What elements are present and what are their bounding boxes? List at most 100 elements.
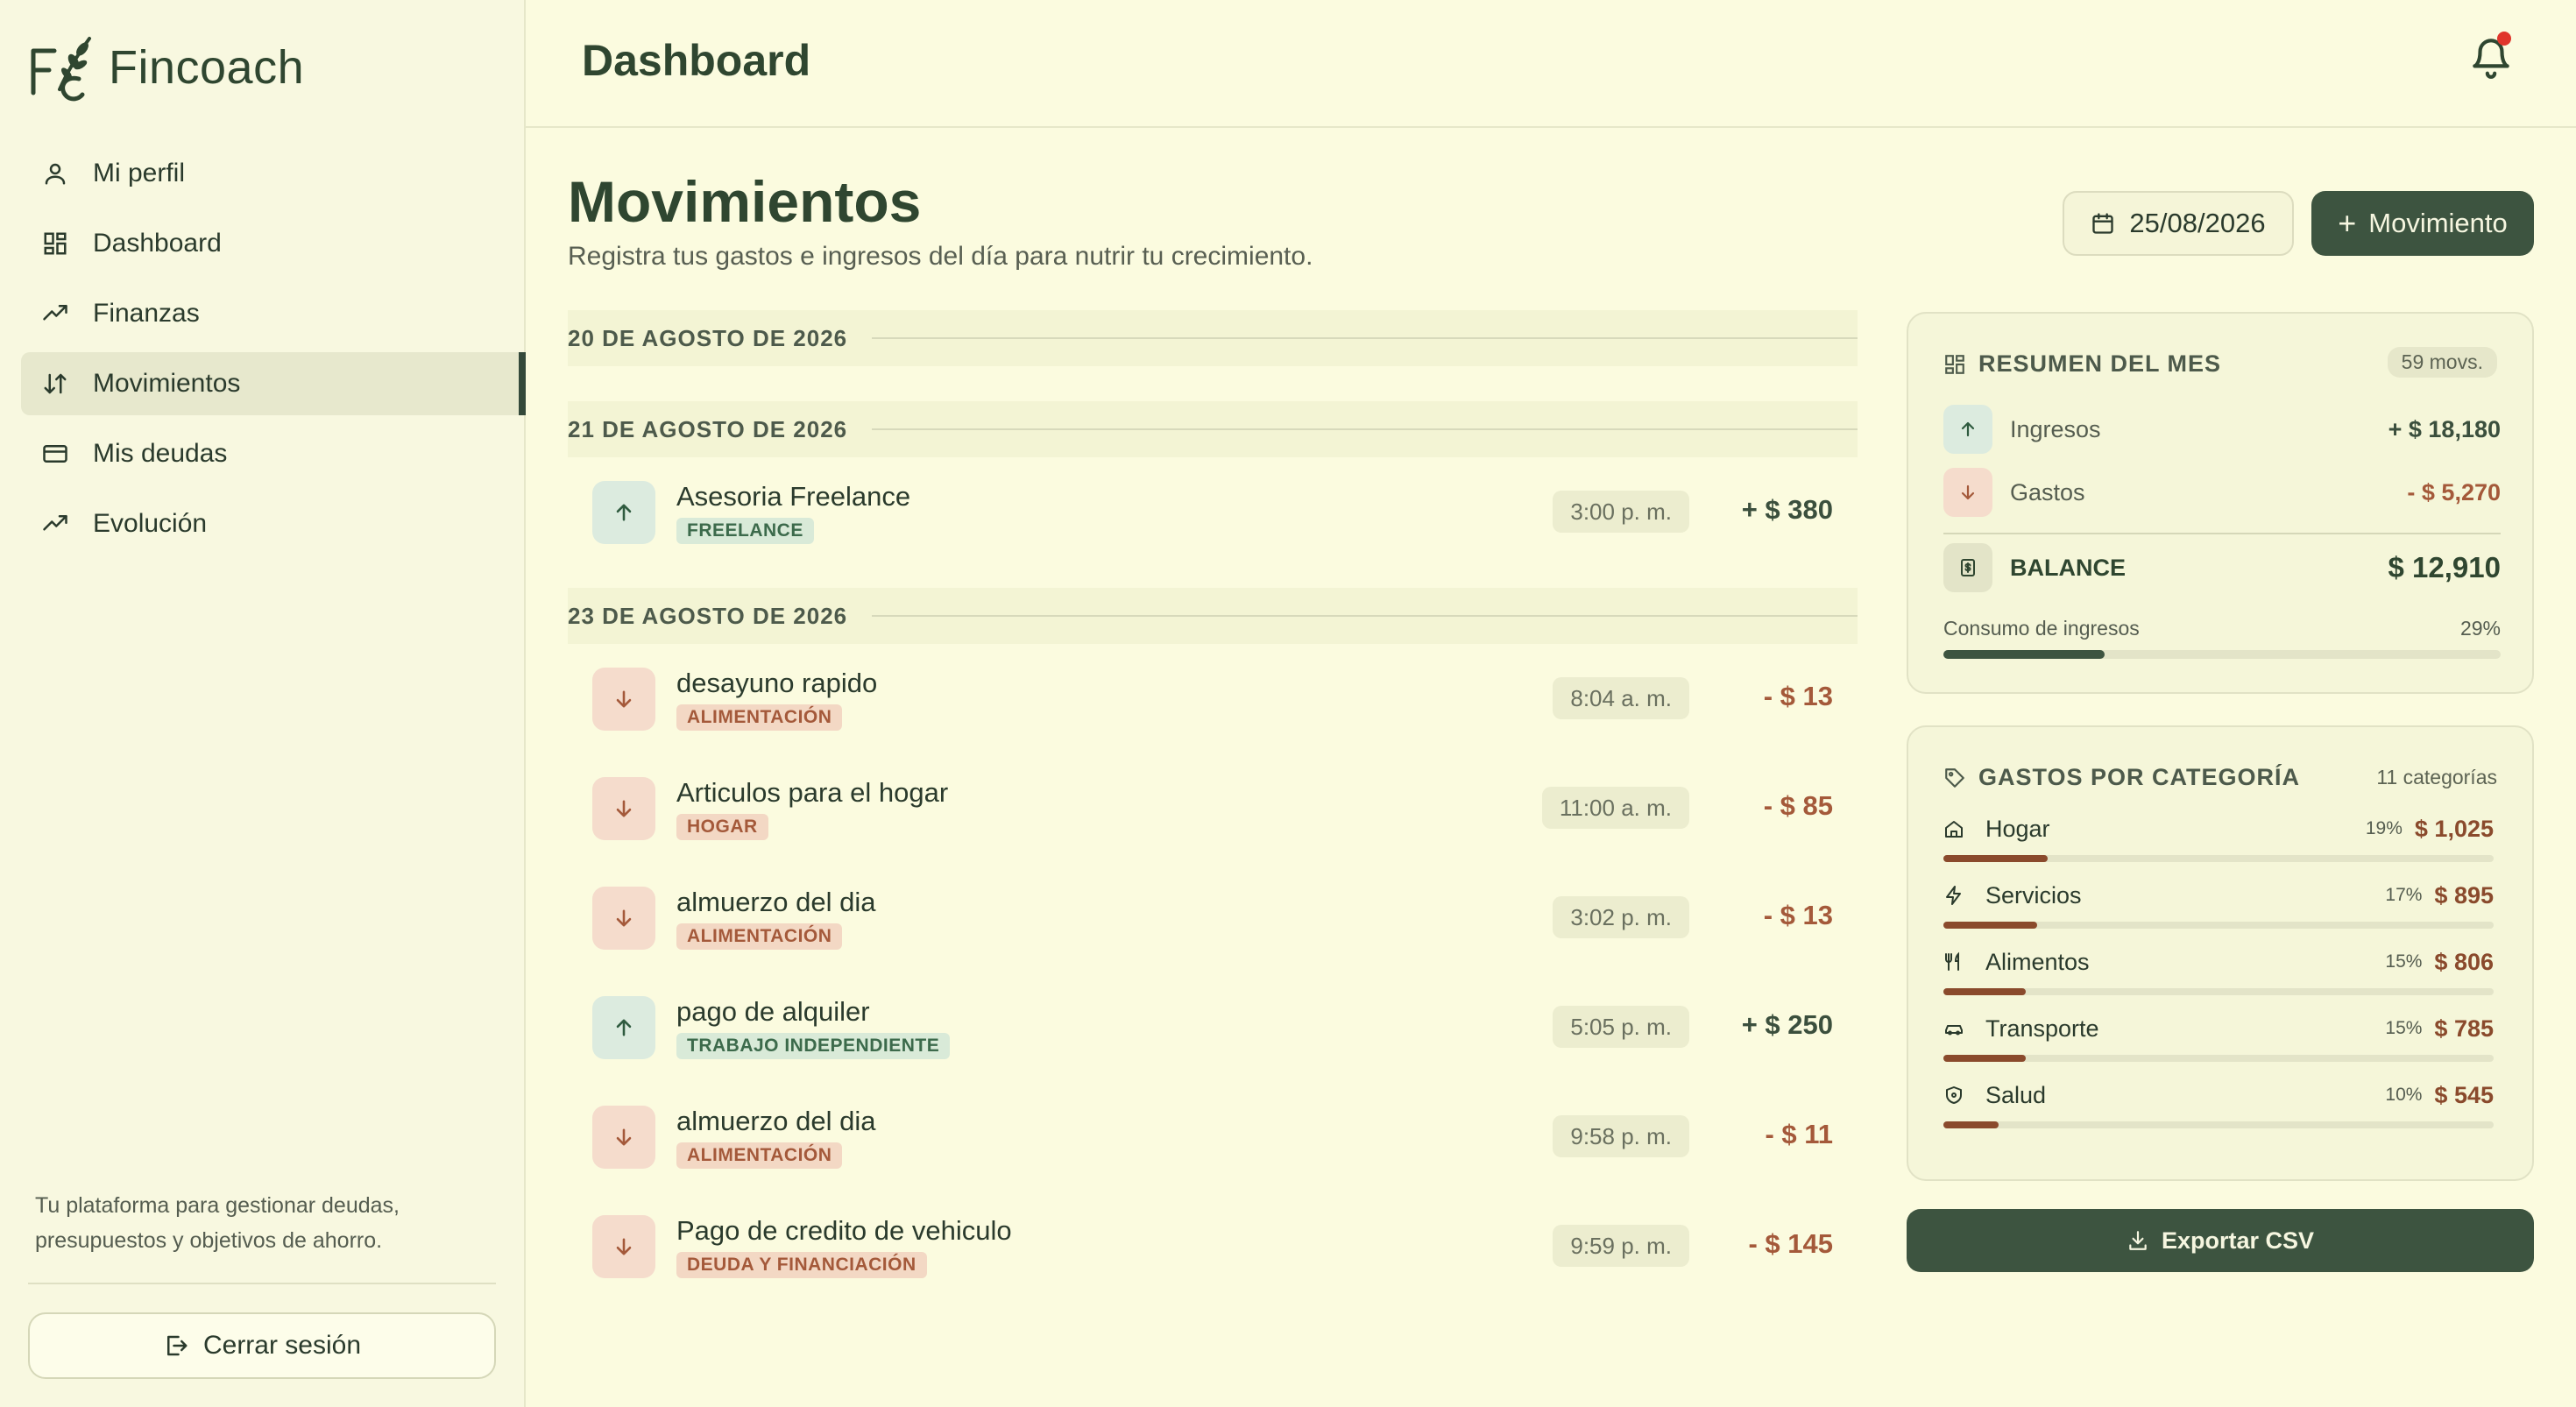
download-icon <box>2129 1231 2147 1250</box>
logout-label: Cerrar sesión <box>202 1331 362 1360</box>
expense-arrow-icon <box>1943 468 1992 517</box>
movement-time: 9:58 p. m. <box>1553 1115 1689 1157</box>
income-value: + $ 18,180 <box>2388 415 2501 442</box>
movement-category-tag: HOGAR <box>676 813 768 840</box>
user-icon <box>45 163 66 185</box>
category-progress-bar <box>1943 1055 2494 1062</box>
consumption-label: Consumo de ingresos <box>1943 617 2140 640</box>
category-row-hogar[interactable]: Hogar 19% $ 1,025 <box>1943 811 2494 846</box>
sidebar-divider <box>28 1283 496 1284</box>
movements-count-badge: 59 movs. <box>2387 347 2497 378</box>
categories-count: 11 categorías <box>2376 766 2497 788</box>
fincoach-logo-icon <box>31 37 91 102</box>
export-csv-button[interactable]: Exportar CSV <box>1907 1209 2534 1272</box>
category-name: Hogar <box>1985 815 2050 842</box>
date-picker-button[interactable]: 25/08/2026 <box>2063 191 2294 256</box>
sidebar-item-movimientos[interactable]: Movimientos <box>21 352 526 415</box>
car-icon <box>1945 1025 1963 1036</box>
category-progress-fill <box>1943 1121 1999 1128</box>
category-name: Salud <box>1985 1081 2047 1108</box>
movement-amount: - $ 13 <box>1763 681 1833 711</box>
movement-row[interactable]: almuerzo del dia ALIMENTACIÓN 3:02 p. m. … <box>568 863 1858 972</box>
selected-date: 25/08/2026 <box>2129 208 2266 238</box>
movement-row[interactable]: Articulos para el hogar HOGAR 11:00 a. m.… <box>568 753 1858 863</box>
movement-row[interactable]: pago de alquiler TRABAJO INDEPENDIENTE 5:… <box>568 972 1858 1082</box>
topbar-title: Dashboard <box>582 36 811 85</box>
summary-title-text: RESUMEN DEL MES <box>1978 350 2222 377</box>
add-movement-button[interactable]: + Movimiento <box>2311 191 2534 256</box>
credit-card-icon <box>43 445 67 463</box>
category-name: Alimentos <box>1985 948 2090 975</box>
movement-category-tag: ALIMENTACIÓN <box>676 1142 843 1169</box>
movement-row[interactable]: almuerzo del dia ALIMENTACIÓN 9:58 p. m. … <box>568 1082 1858 1191</box>
categories-title: GASTOS POR CATEGORÍA <box>1943 764 2300 791</box>
movement-amount: + $ 250 <box>1741 1009 1833 1040</box>
category-row-salud[interactable]: Salud 10% $ 545 <box>1943 1078 2494 1113</box>
category-progress-bar <box>1943 855 2494 862</box>
movement-row[interactable]: desayuno rapido ALIMENTACIÓN 8:04 a. m. -… <box>568 644 1858 753</box>
summary-title: RESUMEN DEL MES <box>1943 350 2221 378</box>
category-progress-fill <box>1943 1055 2027 1062</box>
movement-time: 3:02 p. m. <box>1553 896 1689 938</box>
trending-up-icon <box>43 305 67 321</box>
sidebar-item-label: Evolución <box>93 509 208 538</box>
category-amount: $ 785 <box>2434 1015 2494 1042</box>
grid-icon <box>1945 354 1964 374</box>
day-divider <box>872 337 1858 339</box>
sidebar-item-finanzas[interactable]: Finanzas <box>21 282 526 345</box>
movement-row[interactable]: Asesoria Freelance FREELANCE 3:00 p. m. +… <box>568 457 1858 567</box>
trending-up-icon <box>43 515 67 531</box>
category-row-transporte[interactable]: Transporte 15% $ 785 <box>1943 1011 2494 1046</box>
category-percent: 15% <box>2385 1018 2423 1038</box>
day-divider <box>872 615 1858 617</box>
movement-amount: - $ 85 <box>1763 790 1833 821</box>
page-subtitle: Registra tus gastos e ingresos del día p… <box>568 242 1313 271</box>
balance-value: $ 12,910 <box>2388 551 2501 583</box>
category-progress-bar <box>1943 922 2494 929</box>
page-title: Movimientos <box>568 169 922 234</box>
sidebar-item-mi-perfil[interactable]: Mi perfil <box>21 142 526 205</box>
notification-dot <box>2497 32 2511 46</box>
movement-name: Asesoria Freelance <box>676 480 911 512</box>
add-movement-label: Movimiento <box>2368 208 2508 238</box>
income-label: Ingresos <box>2010 415 2101 442</box>
expense-arrow-icon <box>592 1105 655 1169</box>
category-progress-fill <box>1943 855 2049 862</box>
movement-row[interactable]: Pago de credito de vehiculo DEUDA Y FINAN… <box>568 1191 1858 1301</box>
movement-time: 8:04 a. m. <box>1553 677 1689 719</box>
sidebar-item-label: Movimientos <box>93 369 241 398</box>
movement-name: almuerzo del dia <box>676 1105 876 1136</box>
movement-name: almuerzo del dia <box>676 886 876 917</box>
category-amount: $ 1,025 <box>2414 815 2494 842</box>
tag-icon <box>1945 767 1964 788</box>
category-name: Servicios <box>1985 881 2082 909</box>
category-row-servicios[interactable]: Servicios 17% $ 895 <box>1943 878 2494 913</box>
category-progress-bar <box>1943 988 2494 995</box>
day-divider <box>872 428 1858 430</box>
logout-button[interactable]: Cerrar sesión <box>28 1312 496 1379</box>
consumption-percent: 29% <box>2459 617 2501 640</box>
income-arrow-icon <box>1943 405 1992 454</box>
home-icon <box>1945 821 1963 838</box>
expenses-by-category-card: GASTOS POR CATEGORÍA 11 categorías Hogar… <box>1907 725 2534 1181</box>
summary-divider <box>1943 533 2501 534</box>
brand-name: Fincoach <box>109 41 305 94</box>
category-amount: $ 545 <box>2434 1081 2494 1108</box>
category-row-alimentos[interactable]: Alimentos 15% $ 806 <box>1943 944 2494 979</box>
monthly-summary-card: RESUMEN DEL MES 59 movs. Ingresos + $ 18… <box>1907 312 2534 694</box>
day-date: 20 DE AGOSTO DE 2026 <box>568 324 848 351</box>
balance-row: BALANCE $ 12,910 <box>1943 543 2501 592</box>
expense-arrow-icon <box>592 886 655 950</box>
platform-description: Tu plataforma para gestionar deudas, pre… <box>35 1193 400 1253</box>
movement-category-tag: ALIMENTACIÓN <box>676 704 843 731</box>
shield-icon <box>1946 1086 1962 1104</box>
sidebar-item-dashboard[interactable]: Dashboard <box>21 212 526 275</box>
brand-logo[interactable]: Fincoach <box>28 32 304 103</box>
sidebar-item-evolucion[interactable]: Evolución <box>21 492 526 555</box>
sidebar-item-label: Mi perfil <box>93 159 186 187</box>
sidebar-item-mis-deudas[interactable]: Mis deudas <box>21 422 526 485</box>
category-percent: 19% <box>2365 818 2403 838</box>
movement-amount: - $ 11 <box>1765 1119 1833 1149</box>
consumption-row: Consumo de ingresos 29% <box>1943 617 2501 640</box>
movements-list: 20 DE AGOSTO DE 2026 21 DE AGOSTO DE 202… <box>568 310 1858 1301</box>
